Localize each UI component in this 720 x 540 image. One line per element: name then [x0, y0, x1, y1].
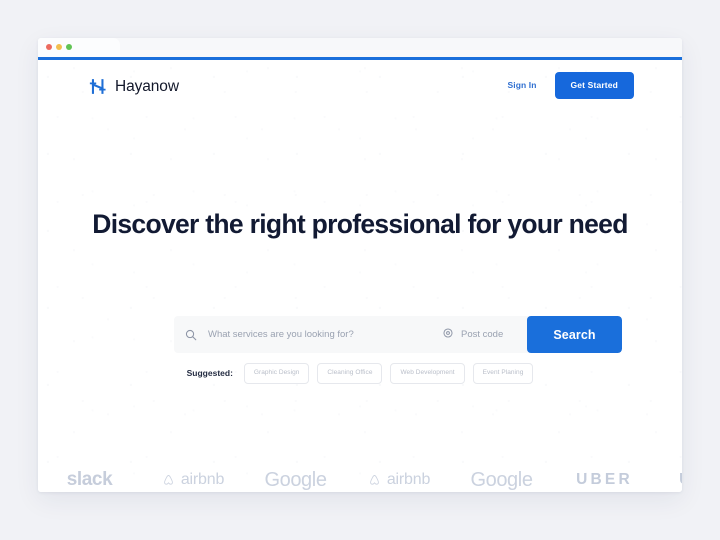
suggested-chip-event-planing[interactable]: Event Planing [472, 363, 534, 384]
airbnb-icon [370, 474, 379, 485]
logo-slack-label: slack [66, 469, 113, 490]
hayanow-h-mark-icon [89, 79, 106, 94]
logo-google: Google [244, 469, 347, 492]
maximize-dot-icon[interactable] [66, 44, 72, 50]
brand-name: Hayanow [115, 77, 179, 95]
traffic-light-buttons [46, 44, 72, 50]
browser-tab[interactable] [38, 38, 120, 57]
minimize-dot-icon[interactable] [56, 44, 62, 50]
suggested-chip-cleaning-office[interactable]: Cleaning Office [317, 363, 383, 384]
postcode-group [442, 326, 527, 344]
airbnb-icon [164, 474, 173, 485]
site-header: Hayanow Sign In Get Started [38, 60, 682, 116]
partner-logo-strip: slack airbnb Google airbnb Google UBER [38, 445, 682, 492]
logo-airbnb: airbnb [347, 471, 450, 489]
location-pin-glyph-icon [443, 327, 453, 338]
logo-uber-label: UBER [679, 471, 682, 489]
logo-google: Google [450, 469, 553, 492]
browser-window: Hayanow Sign In Get Started Discover the… [38, 38, 682, 492]
logo-slack: slack [38, 469, 141, 491]
logo-google-label: Google [264, 468, 327, 491]
search-icon [174, 329, 208, 341]
search-input[interactable] [208, 316, 442, 353]
search-bar: Search [174, 316, 622, 353]
page-title: Discover the right professional for your… [92, 209, 628, 239]
search-glyph-icon [185, 329, 197, 340]
brand-logo[interactable]: Hayanow [89, 77, 179, 96]
logo-google-label: Google [470, 468, 533, 491]
close-dot-icon[interactable] [46, 44, 52, 50]
location-pin-icon [442, 326, 454, 344]
logo-uber: UBER [553, 471, 656, 489]
suggested-row: Suggested: Graphic Design Cleaning Offic… [38, 363, 682, 384]
suggested-chip-web-development[interactable]: Web Development [390, 363, 465, 384]
page-content: Hayanow Sign In Get Started Discover the… [38, 60, 682, 492]
postcode-input[interactable] [461, 329, 513, 340]
browser-chrome-bar [38, 38, 682, 57]
hero-section: Discover the right professional for your… [38, 209, 682, 240]
search-button[interactable]: Search [527, 316, 622, 353]
logo-airbnb: airbnb [141, 471, 244, 489]
sign-in-link[interactable]: Sign In [508, 80, 537, 90]
suggested-chip-graphic-design[interactable]: Graphic Design [243, 363, 310, 384]
logo-uber: UBER [656, 471, 682, 489]
logo-airbnb-label: airbnb [386, 471, 431, 488]
suggested-label: Suggested: [186, 368, 233, 379]
logo-airbnb-label: airbnb [180, 471, 225, 488]
get-started-button[interactable]: Get Started [554, 72, 634, 99]
header-actions: Sign In Get Started [508, 72, 634, 99]
logo-uber-label: UBER [576, 471, 633, 488]
